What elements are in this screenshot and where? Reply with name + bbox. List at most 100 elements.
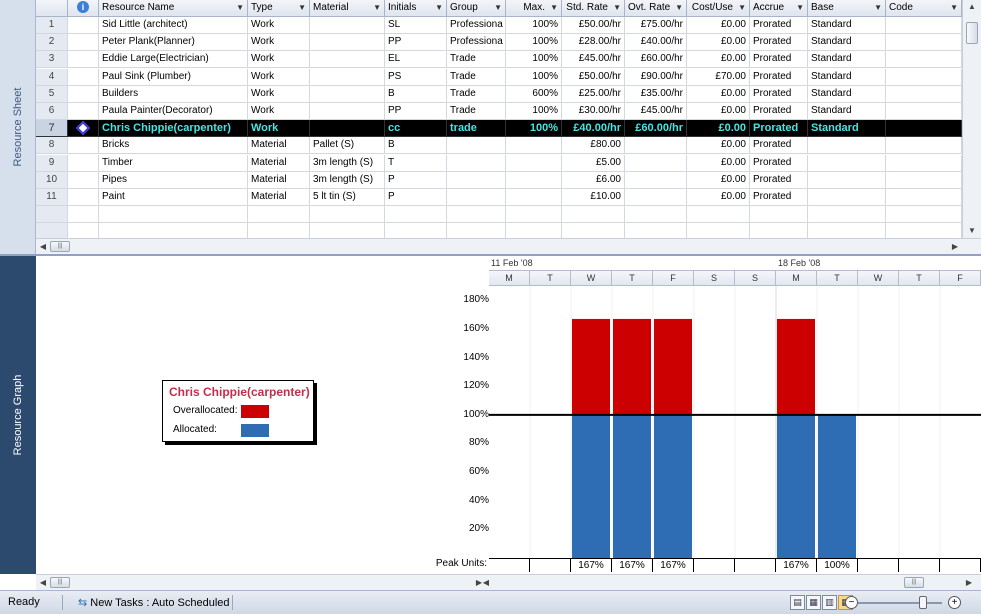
cell-accrue[interactable] <box>750 206 808 224</box>
cell-num[interactable] <box>36 206 68 224</box>
zoom-slider-track[interactable] <box>858 602 942 604</box>
sheet-vertical-scrollbar[interactable]: ▲ ▼ <box>962 0 981 238</box>
cell-code[interactable] <box>886 103 962 120</box>
cell-group[interactable] <box>447 189 506 206</box>
cell-name[interactable]: Bricks <box>99 137 248 155</box>
team-planner-view-icon[interactable]: ▥ <box>822 595 837 610</box>
cell-cost[interactable]: £0.00 <box>687 51 750 69</box>
graph-right-scroll-left-icon[interactable]: ◀ <box>479 575 493 590</box>
cell-code[interactable] <box>886 120 962 138</box>
cell-initials[interactable] <box>385 206 447 224</box>
cell-base[interactable]: Standard <box>808 51 886 69</box>
cell-initials[interactable]: PP <box>385 34 447 52</box>
cell-material[interactable] <box>310 85 385 103</box>
cell-ind[interactable] <box>68 120 99 138</box>
cell-material[interactable] <box>310 103 385 120</box>
column-header-type[interactable]: Type ▼ <box>248 0 310 17</box>
cell-type[interactable]: Material <box>248 137 310 155</box>
resource-row[interactable]: 9 Timber Material 3m length (S) T £5.00 £0.00 P… <box>36 154 962 172</box>
cell-initials[interactable]: B <box>385 137 447 155</box>
cell-ovt[interactable] <box>625 189 687 206</box>
cell-base[interactable] <box>808 206 886 224</box>
cell-max[interactable] <box>506 171 562 189</box>
cell-name[interactable]: Peter Plank(Planner) <box>99 34 248 52</box>
cell-type[interactable]: Work <box>248 51 310 69</box>
dropdown-arrow-icon[interactable]: ▼ <box>613 0 621 16</box>
cell-group[interactable]: Professiona <box>447 17 506 34</box>
cell-type[interactable]: Material <box>248 189 310 206</box>
cell-cost[interactable]: £70.00 <box>687 68 750 86</box>
cell-max[interactable]: 100% <box>506 68 562 86</box>
cell-code[interactable] <box>886 85 962 103</box>
empty-row[interactable] <box>36 206 962 224</box>
cell-std[interactable] <box>562 206 625 224</box>
gantt-view-icon[interactable]: ▤ <box>790 595 805 610</box>
timescale[interactable]: 11 Feb '08 18 Feb '08 M T W T F S S M T W T F <box>489 256 981 286</box>
column-header-code[interactable]: Code ▼ <box>886 0 962 17</box>
cell-max[interactable]: 100% <box>506 34 562 52</box>
cell-ovt[interactable] <box>625 171 687 189</box>
dropdown-arrow-icon[interactable]: ▼ <box>874 0 882 16</box>
cell-name[interactable]: Builders <box>99 85 248 103</box>
dropdown-arrow-icon[interactable]: ▼ <box>796 0 804 16</box>
cell-std[interactable]: £80.00 <box>562 137 625 155</box>
cell-group[interactable] <box>447 137 506 155</box>
cell-code[interactable] <box>886 34 962 52</box>
cell-num[interactable]: 11 <box>36 189 68 206</box>
cell-ovt[interactable]: £40.00/hr <box>625 34 687 52</box>
graph-horizontal-scrollbar[interactable]: ◀ ||| ▶ ◀ ||| ▶ <box>36 574 981 590</box>
column-header-ovt[interactable]: Ovt. Rate ▼ <box>625 0 687 17</box>
cell-accrue[interactable]: Prorated <box>750 103 808 120</box>
cell-num[interactable]: 5 <box>36 85 68 103</box>
cell-name[interactable]: Chris Chippie(carpenter) <box>99 120 248 138</box>
cell-std[interactable]: £6.00 <box>562 171 625 189</box>
cell-cost[interactable]: £0.00 <box>687 17 750 34</box>
cell-material[interactable] <box>310 68 385 86</box>
cell-std[interactable]: £25.00/hr <box>562 85 625 103</box>
cell-max[interactable]: 100% <box>506 51 562 69</box>
resource-sheet-sidebar[interactable]: Resource Sheet <box>0 0 36 254</box>
cell-material[interactable]: 3m length (S) <box>310 154 385 172</box>
dropdown-arrow-icon[interactable]: ▼ <box>675 0 683 16</box>
cell-num[interactable]: 1 <box>36 17 68 34</box>
cell-ind[interactable] <box>68 206 99 224</box>
dropdown-arrow-icon[interactable]: ▼ <box>435 0 443 16</box>
cell-ovt[interactable] <box>625 137 687 155</box>
cell-ind[interactable] <box>68 137 99 155</box>
graph-right-hscroll-thumb[interactable]: ||| <box>904 577 924 588</box>
cell-std[interactable]: £10.00 <box>562 189 625 206</box>
cell-type[interactable]: Material <box>248 154 310 172</box>
column-header-initials[interactable]: Initials ▼ <box>385 0 447 17</box>
cell-num[interactable]: 3 <box>36 51 68 69</box>
column-header-group[interactable]: Group ▼ <box>447 0 506 17</box>
scroll-down-icon[interactable]: ▼ <box>963 224 981 238</box>
cell-type[interactable] <box>248 206 310 224</box>
cell-code[interactable] <box>886 206 962 224</box>
cell-code[interactable] <box>886 189 962 206</box>
cell-ind[interactable] <box>68 68 99 86</box>
cell-accrue[interactable]: Prorated <box>750 137 808 155</box>
cell-cost[interactable]: £0.00 <box>687 34 750 52</box>
cell-name[interactable] <box>99 206 248 224</box>
scroll-left-icon[interactable]: ◀ <box>36 239 50 254</box>
cell-ind[interactable] <box>68 103 99 120</box>
cell-accrue[interactable]: Prorated <box>750 171 808 189</box>
cell-ovt[interactable]: £60.00/hr <box>625 51 687 69</box>
cell-num[interactable]: 2 <box>36 34 68 52</box>
cell-base[interactable]: Standard <box>808 68 886 86</box>
cell-std[interactable]: £45.00/hr <box>562 51 625 69</box>
graph-scroll-left-icon[interactable]: ◀ <box>36 575 50 590</box>
cell-ovt[interactable]: £75.00/hr <box>625 17 687 34</box>
resource-row[interactable]: 2 Peter Plank(Planner) Work PP Professiona 10… <box>36 34 962 52</box>
scroll-right-icon[interactable]: ▶ <box>948 239 962 254</box>
cell-code[interactable] <box>886 171 962 189</box>
cell-code[interactable] <box>886 137 962 155</box>
cell-type[interactable]: Work <box>248 17 310 34</box>
cell-group[interactable] <box>447 206 506 224</box>
cell-type[interactable]: Material <box>248 171 310 189</box>
cell-type[interactable]: Work <box>248 85 310 103</box>
zoom-in-icon[interactable]: + <box>948 596 961 609</box>
cell-material[interactable] <box>310 120 385 138</box>
column-header-num[interactable] <box>36 0 68 17</box>
cell-num[interactable]: 7 <box>36 120 68 138</box>
